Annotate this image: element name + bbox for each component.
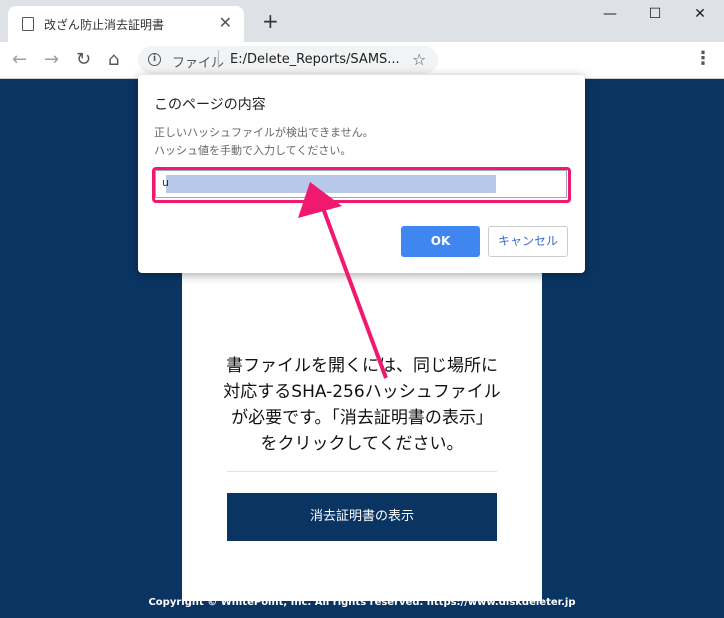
address-scheme-label: ファイル xyxy=(172,56,225,71)
highlight-box xyxy=(152,167,571,203)
home-icon[interactable]: ⌂ xyxy=(108,49,119,70)
info-icon[interactable]: i xyxy=(148,53,161,66)
window-close-icon[interactable]: ✕ xyxy=(688,6,712,22)
document-icon xyxy=(22,17,34,31)
address-bar[interactable]: i ファイル E:/Delete_Reports/SAMS... ☆ xyxy=(138,46,438,74)
forward-icon[interactable]: → xyxy=(44,49,59,70)
maximize-icon[interactable]: ☐ xyxy=(643,6,667,22)
reload-icon[interactable]: ↻ xyxy=(76,49,91,70)
browser-tab[interactable]: 改ざん防止消去証明書 ✕ xyxy=(8,6,244,42)
dialog-title: このページの内容 xyxy=(154,97,266,113)
card-text-line: 対応するSHA-256ハッシュファイル xyxy=(223,382,501,402)
card-text-line: 書ファイルを開くには、同じ場所に xyxy=(226,356,498,376)
new-tab-button[interactable]: + xyxy=(262,11,279,31)
card-text-line: が必要です。「消去証明書の表示」 xyxy=(231,408,493,428)
tab-title: 改ざん防止消去証明書 xyxy=(44,18,165,32)
dialog-message-line: ハッシュ値を手動で入力してください。 xyxy=(154,144,352,157)
divider xyxy=(227,471,497,472)
address-url[interactable]: E:/Delete_Reports/SAMS... xyxy=(230,52,400,67)
address-separator xyxy=(218,50,219,68)
prompt-dialog: このページの内容 正しいハッシュファイルが検出できません。 ハッシュ値を手動で入… xyxy=(138,75,585,273)
info-card: 書ファイルを開くには、同じ場所に 対応するSHA-256ハッシュファイル が必要… xyxy=(182,257,542,601)
browser-tab-strip: 改ざん防止消去証明書 ✕ + — ☐ ✕ xyxy=(0,0,724,42)
card-text-line: をクリックしてください。 xyxy=(260,434,464,454)
dialog-message-line: 正しいハッシュファイルが検出できません。 xyxy=(154,126,374,139)
footer-copyright: Copyright © WhitePoint, Inc. All rights … xyxy=(148,597,576,608)
browser-menu-icon[interactable]: ⋮ xyxy=(694,48,712,69)
minimize-icon[interactable]: — xyxy=(598,6,622,22)
back-icon[interactable]: ← xyxy=(12,49,27,70)
view-certificate-button[interactable]: 消去証明書の表示 xyxy=(227,493,497,541)
card-instructions: 書ファイルを開くには、同じ場所に 対応するSHA-256ハッシュファイル が必要… xyxy=(182,353,542,457)
bookmark-star-icon[interactable]: ☆ xyxy=(412,50,426,69)
dialog-message: 正しいハッシュファイルが検出できません。 ハッシュ値を手動で入力してください。 xyxy=(154,124,374,160)
ok-button[interactable]: OK xyxy=(401,226,480,257)
cancel-button[interactable]: キャンセル xyxy=(488,226,568,257)
close-tab-icon[interactable]: ✕ xyxy=(219,13,232,32)
browser-toolbar: ← → ↻ ⌂ i ファイル E:/Delete_Reports/SAMS...… xyxy=(0,42,724,79)
